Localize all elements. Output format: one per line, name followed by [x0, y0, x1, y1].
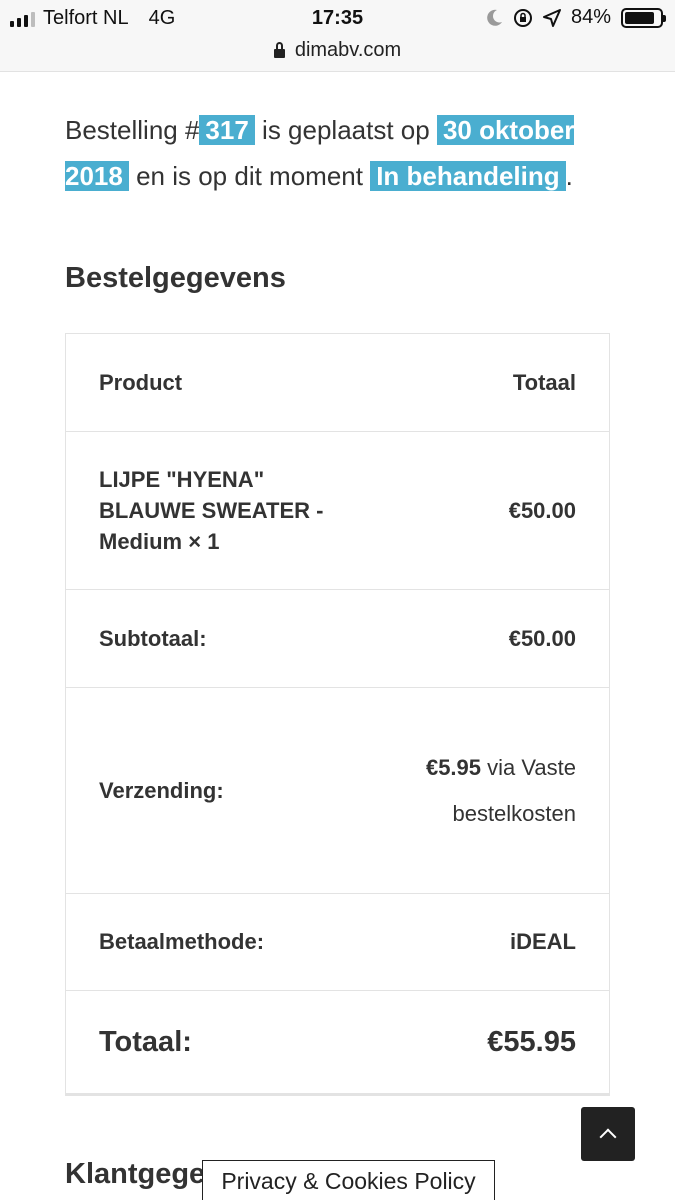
browser-chrome: Telfort NL 4G 17:35 84% dimabv.com [0, 0, 675, 72]
intro-placed-text: is geplaatst op [254, 115, 437, 145]
shipping-label: Verzending: [99, 777, 224, 803]
payment-method-value: iDEAL [510, 929, 576, 954]
subtotal-value: €50.00 [508, 625, 576, 651]
order-details-title: Bestelgegevens [65, 262, 286, 294]
product-name[interactable]: LIJPE "HYENA" BLAUWE SWEATER - Medium × … [99, 464, 349, 557]
payment-method-label: Betaalmethode: [99, 929, 265, 954]
subtotal-row: Subtotaal: €50.00 [66, 589, 609, 687]
column-header-total: Totaal [512, 369, 576, 395]
payment-method-row: Betaalmethode: iDEAL [66, 893, 609, 990]
order-details-table: Product Totaal LIJPE "HYENA" BLAUWE SWEA… [65, 333, 610, 1094]
intro-status-text: en is op dit moment [128, 161, 371, 191]
table-row: LIJPE "HYENA" BLAUWE SWEATER - Medium × … [66, 431, 609, 589]
carrier-info: Telfort NL 4G [10, 7, 175, 30]
shipping-value: €5.95 via Vaste bestelkosten [376, 745, 576, 837]
url-bar[interactable]: dimabv.com [0, 36, 675, 64]
cookie-policy-label: Privacy & Cookies Policy [221, 1167, 476, 1194]
chevron-up-icon [599, 1128, 617, 1146]
shipping-amount: €5.95 [425, 754, 482, 780]
battery-icon [621, 7, 666, 28]
rotation-lock-icon [513, 8, 532, 27]
order-summary-text: Bestelling #317 is geplaatst op 30 oktob… [65, 107, 625, 199]
back-to-top-button[interactable] [581, 1107, 635, 1161]
total-row: Totaal: €55.95 [66, 990, 609, 1093]
order-number: 317 [199, 115, 255, 145]
battery-percentage: 84% [570, 6, 611, 28]
moon-icon [487, 9, 502, 26]
url-text: dimabv.com [294, 38, 402, 61]
cookie-policy-button[interactable]: Privacy & Cookies Policy [202, 1160, 495, 1200]
order-status: In behandeling [370, 161, 566, 191]
shipping-row: Verzending: €5.95 via Vaste bestelkosten [66, 687, 609, 893]
column-header-product: Product [99, 369, 183, 395]
battery-level [625, 11, 654, 24]
subtotal-label: Subtotaal: [99, 625, 207, 651]
carrier-name: Telfort NL [43, 7, 129, 29]
product-price: €50.00 [508, 497, 576, 523]
status-bar: Telfort NL 4G 17:35 84% [0, 0, 675, 36]
location-arrow-icon [542, 8, 561, 27]
table-header-row: Product Totaal [66, 334, 609, 431]
lock-icon [273, 41, 285, 58]
total-value: €55.95 [487, 1025, 576, 1058]
product-quantity: × 1 [182, 529, 220, 554]
status-indicators: 84% [487, 6, 666, 29]
network-type: 4G [148, 7, 176, 29]
total-label: Totaal: [99, 1025, 192, 1058]
intro-suffix: . [565, 161, 573, 191]
signal-strength-icon [10, 11, 35, 27]
intro-prefix: Bestelling # [65, 115, 200, 145]
